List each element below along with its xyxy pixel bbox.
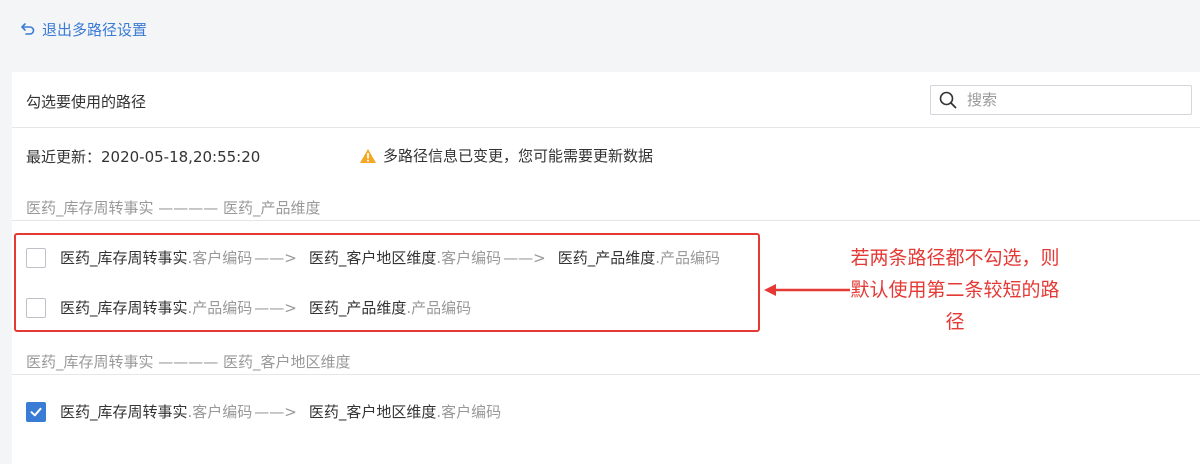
- group-header: 医药_库存周转事实 ———— 医药_产品维度: [26, 199, 321, 217]
- warning-text: 多路径信息已变更，您可能需要更新数据: [383, 147, 654, 165]
- path-field-2: .客户编码: [436, 403, 502, 421]
- exit-multipath-link[interactable]: 退出多路径设置: [20, 18, 147, 40]
- path-checkbox-checked[interactable]: [26, 401, 46, 422]
- divider: [12, 127, 1200, 128]
- path-row[interactable]: 医药_库存周转事实 .客户编码 ——> 医药_客户地区维度 .客户编码: [26, 401, 501, 422]
- divider: [12, 374, 1200, 375]
- last-update-text: 最近更新：2020-05-18,20:55:20: [26, 148, 261, 166]
- annotation-arrow-icon: [764, 284, 850, 296]
- search-icon: [939, 91, 957, 109]
- path-table-1: 医药_库存周转事实: [60, 403, 188, 421]
- search-box[interactable]: [930, 85, 1192, 115]
- warning-icon: [360, 148, 376, 163]
- search-input[interactable]: [965, 87, 1179, 113]
- warning-message: 多路径信息已变更，您可能需要更新数据: [359, 145, 653, 166]
- path-field-1: .客户编码: [187, 403, 253, 421]
- panel-title: 勾选要使用的路径: [26, 93, 147, 111]
- group-header: 医药_库存周转事实 ———— 医药_客户地区维度: [26, 353, 351, 371]
- undo-arrow-icon: [21, 23, 35, 35]
- path-table-2: 医药_客户地区维度: [308, 403, 437, 421]
- annotation-highlight-box: [14, 233, 760, 332]
- checkmark-icon: [30, 407, 42, 416]
- divider: [12, 220, 1200, 221]
- annotation-text: 若两条路径都不勾选，则默认使用第二条较短的路径: [850, 247, 1060, 333]
- top-bar: 退出多路径设置: [0, 0, 1200, 60]
- exit-multipath-label: 退出多路径设置: [42, 20, 148, 39]
- path-arrow: ——>: [254, 402, 297, 421]
